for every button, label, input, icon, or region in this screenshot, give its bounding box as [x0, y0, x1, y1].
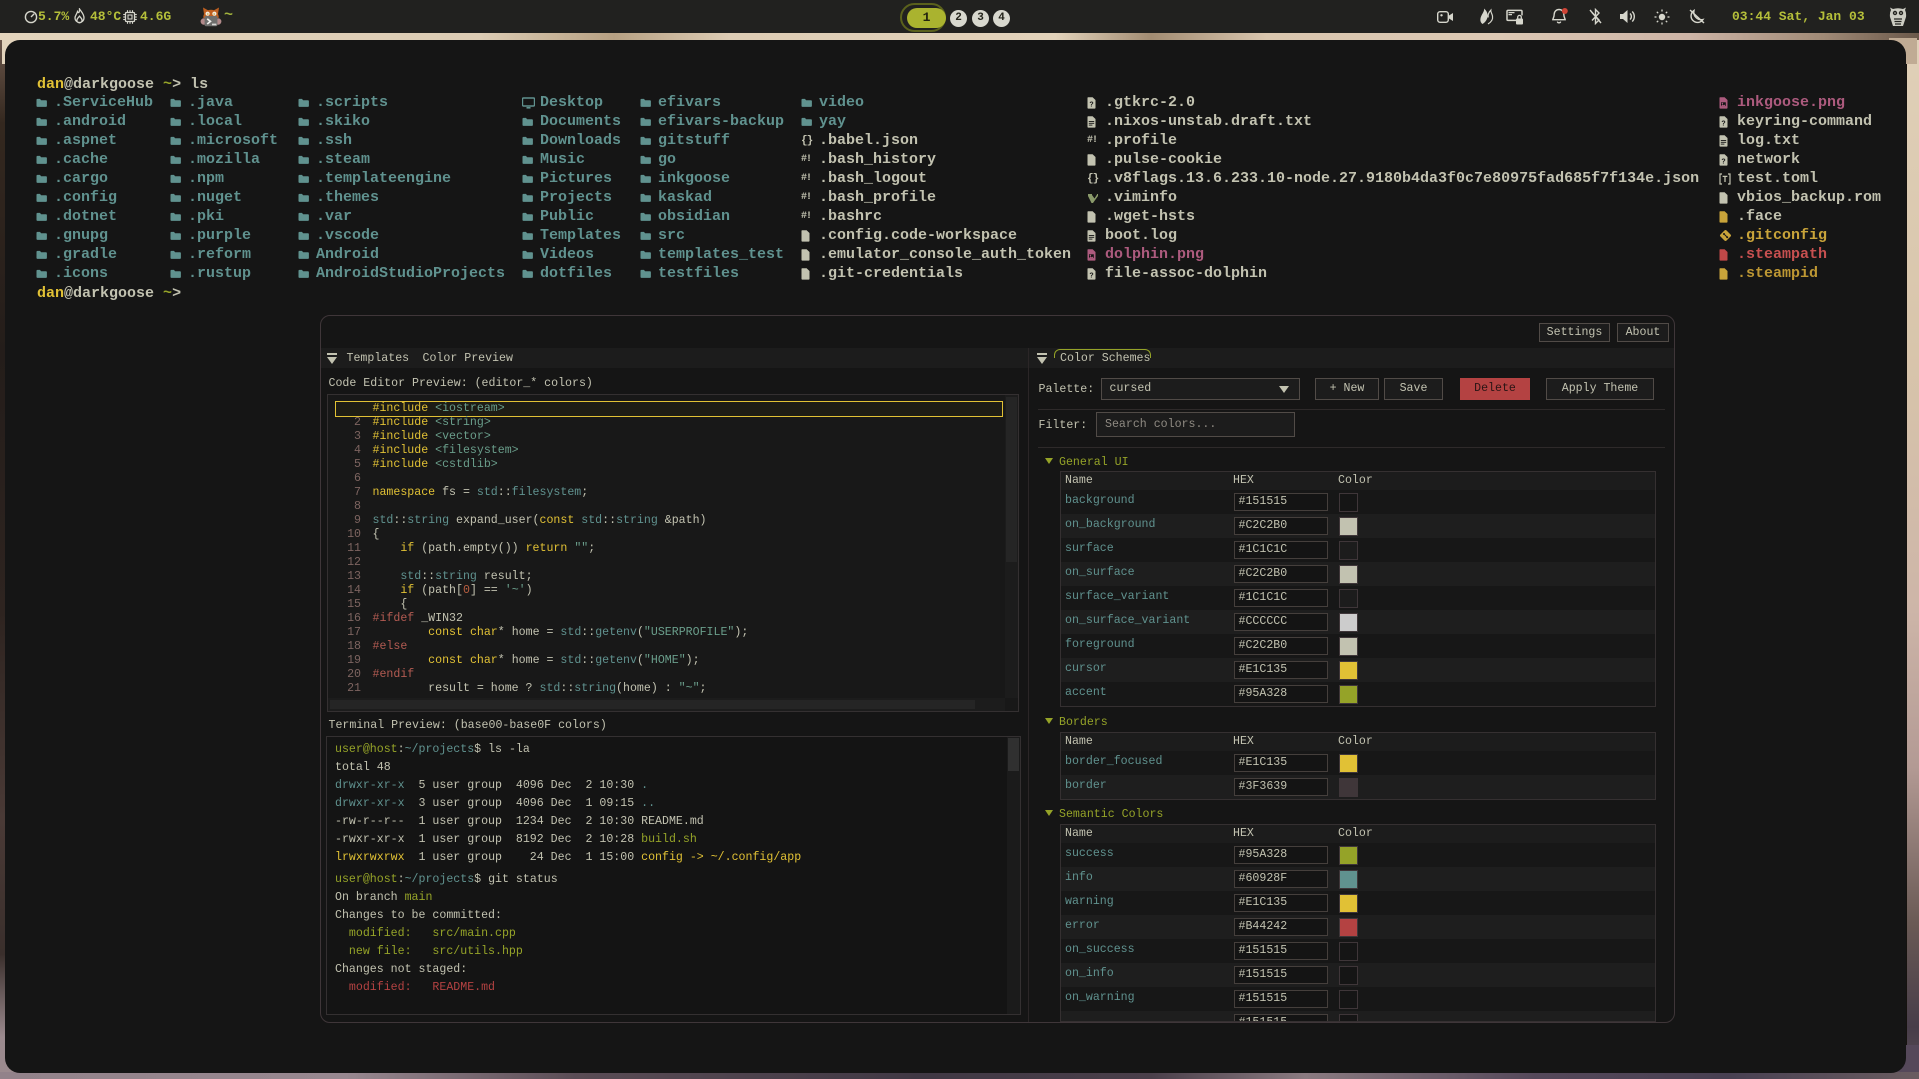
- svg-text:?: ?: [1721, 120, 1725, 127]
- svg-text:?: ?: [1721, 158, 1725, 165]
- svg-text:?: ?: [1089, 101, 1093, 108]
- svg-text:?: ?: [1089, 272, 1093, 279]
